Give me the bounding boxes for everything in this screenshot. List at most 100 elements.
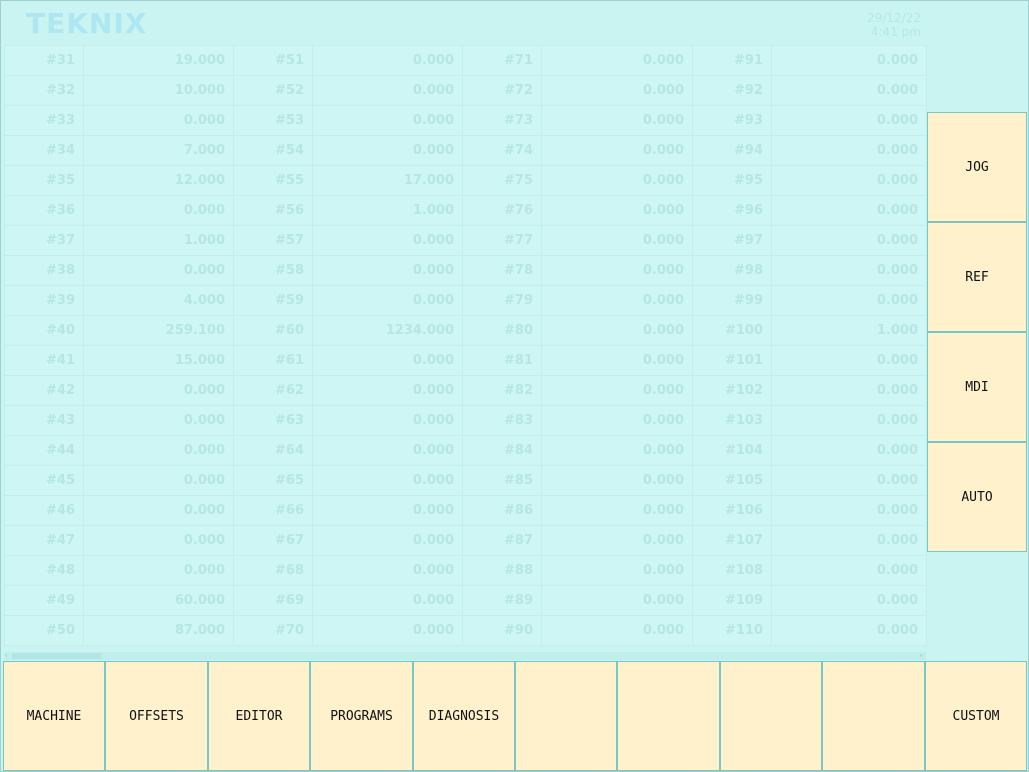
- parameter-value[interactable]: 0.000: [83, 195, 234, 226]
- parameter-value[interactable]: 87.000: [83, 615, 234, 646]
- function-key-empty-7[interactable]: [720, 661, 822, 771]
- parameter-value[interactable]: 0.000: [312, 345, 463, 376]
- parameter-value[interactable]: 1.000: [83, 225, 234, 256]
- parameter-value[interactable]: 60.000: [83, 585, 234, 616]
- parameter-value[interactable]: 0.000: [541, 285, 693, 316]
- parameter-value[interactable]: 0.000: [312, 255, 463, 286]
- scroll-right-arrow-icon[interactable]: ▸: [920, 653, 926, 659]
- parameter-value[interactable]: 0.000: [312, 75, 463, 106]
- parameter-value[interactable]: 0.000: [541, 45, 693, 76]
- parameter-value[interactable]: 0.000: [312, 135, 463, 166]
- parameter-value[interactable]: 0.000: [83, 525, 234, 556]
- parameter-value[interactable]: 0.000: [83, 555, 234, 586]
- scroll-left-arrow-icon[interactable]: ◂: [4, 653, 10, 659]
- parameter-value[interactable]: 0.000: [541, 435, 693, 466]
- parameter-value[interactable]: 0.000: [541, 105, 693, 136]
- function-key-editor[interactable]: EDITOR: [208, 661, 310, 771]
- parameter-value[interactable]: 15.000: [83, 345, 234, 376]
- parameter-value[interactable]: 0.000: [312, 585, 463, 616]
- parameter-value[interactable]: 0.000: [541, 315, 693, 346]
- parameter-value[interactable]: 0.000: [541, 615, 693, 646]
- parameter-value[interactable]: 0.000: [541, 585, 693, 616]
- parameter-value[interactable]: 0.000: [83, 495, 234, 526]
- parameter-value[interactable]: 0.000: [312, 555, 463, 586]
- parameter-value[interactable]: 259.100: [83, 315, 234, 346]
- parameter-value[interactable]: 0.000: [541, 495, 693, 526]
- parameter-value[interactable]: 0.000: [312, 465, 463, 496]
- parameter-value[interactable]: 0.000: [771, 195, 927, 226]
- parameter-value[interactable]: 0.000: [541, 135, 693, 166]
- parameter-value[interactable]: 0.000: [312, 525, 463, 556]
- parameter-id: #98: [692, 255, 772, 286]
- parameter-value[interactable]: 0.000: [83, 405, 234, 436]
- horizontal-scrollbar[interactable]: ◂ ▸: [4, 652, 926, 660]
- function-key-diagnosis[interactable]: DIAGNOSIS: [413, 661, 515, 771]
- parameter-value[interactable]: 0.000: [771, 255, 927, 286]
- parameter-value[interactable]: 12.000: [83, 165, 234, 196]
- parameter-value[interactable]: 1.000: [771, 315, 927, 346]
- parameter-value[interactable]: 4.000: [83, 285, 234, 316]
- parameter-value[interactable]: 0.000: [771, 615, 927, 646]
- mode-button-ref[interactable]: REF: [927, 222, 1027, 332]
- parameter-value[interactable]: 0.000: [541, 375, 693, 406]
- parameter-value[interactable]: 0.000: [771, 45, 927, 76]
- parameter-value[interactable]: 0.000: [771, 435, 927, 466]
- parameter-value[interactable]: 0.000: [771, 375, 927, 406]
- parameter-value[interactable]: 0.000: [312, 105, 463, 136]
- parameter-value[interactable]: 0.000: [312, 615, 463, 646]
- parameter-value[interactable]: 0.000: [771, 555, 927, 586]
- mode-button-mdi[interactable]: MDI: [927, 332, 1027, 442]
- parameter-value[interactable]: 0.000: [541, 405, 693, 436]
- parameter-value[interactable]: 0.000: [83, 465, 234, 496]
- parameter-value[interactable]: 0.000: [771, 405, 927, 436]
- parameter-value[interactable]: 0.000: [541, 165, 693, 196]
- parameter-value[interactable]: 0.000: [312, 405, 463, 436]
- parameter-value[interactable]: 0.000: [312, 375, 463, 406]
- parameter-value[interactable]: 10.000: [83, 75, 234, 106]
- mode-button-auto[interactable]: AUTO: [927, 442, 1027, 552]
- parameter-value[interactable]: 0.000: [771, 165, 927, 196]
- parameter-value[interactable]: 0.000: [541, 345, 693, 376]
- parameter-value[interactable]: 0.000: [771, 585, 927, 616]
- parameter-value[interactable]: 0.000: [312, 225, 463, 256]
- function-key-machine[interactable]: MACHINE: [3, 661, 105, 771]
- parameter-value[interactable]: 0.000: [771, 105, 927, 136]
- parameter-value[interactable]: 0.000: [771, 225, 927, 256]
- parameter-value[interactable]: 0.000: [312, 495, 463, 526]
- parameter-value[interactable]: 0.000: [771, 495, 927, 526]
- parameter-value[interactable]: 0.000: [541, 255, 693, 286]
- parameter-value[interactable]: 0.000: [312, 435, 463, 466]
- parameter-value[interactable]: 7.000: [83, 135, 234, 166]
- parameter-value[interactable]: 0.000: [541, 555, 693, 586]
- parameter-value[interactable]: 0.000: [312, 285, 463, 316]
- parameter-value[interactable]: 0.000: [83, 375, 234, 406]
- parameter-value[interactable]: 0.000: [312, 45, 463, 76]
- parameter-value[interactable]: 0.000: [771, 135, 927, 166]
- parameter-value[interactable]: 1234.000: [312, 315, 463, 346]
- parameter-value[interactable]: 19.000: [83, 45, 234, 76]
- function-key-empty-6[interactable]: [617, 661, 720, 771]
- parameter-value[interactable]: 0.000: [771, 465, 927, 496]
- function-key-offsets[interactable]: OFFSETS: [105, 661, 208, 771]
- parameter-value[interactable]: 0.000: [771, 345, 927, 376]
- parameter-value[interactable]: 1.000: [312, 195, 463, 226]
- parameter-value[interactable]: 0.000: [83, 105, 234, 136]
- parameter-value[interactable]: 0.000: [83, 435, 234, 466]
- parameter-value[interactable]: 0.000: [541, 225, 693, 256]
- function-key-empty-5[interactable]: [515, 661, 617, 771]
- parameter-value[interactable]: 0.000: [541, 75, 693, 106]
- parameter-value[interactable]: 0.000: [771, 525, 927, 556]
- parameter-table: #31 19.000 #51 0.000 #71 0.000 #91 0.000 #32 10.0…: [4, 45, 927, 646]
- function-key-programs[interactable]: PROGRAMS: [310, 661, 413, 771]
- function-key-empty-8[interactable]: [822, 661, 925, 771]
- mode-button-jog[interactable]: JOG: [927, 112, 1027, 222]
- parameter-value[interactable]: 0.000: [771, 75, 927, 106]
- parameter-value[interactable]: 0.000: [541, 195, 693, 226]
- parameter-value[interactable]: 0.000: [541, 525, 693, 556]
- parameter-value[interactable]: 17.000: [312, 165, 463, 196]
- function-key-custom[interactable]: CUSTOM: [925, 661, 1027, 771]
- parameter-value[interactable]: 0.000: [771, 285, 927, 316]
- parameter-value[interactable]: 0.000: [541, 465, 693, 496]
- scrollbar-thumb[interactable]: [12, 653, 102, 659]
- parameter-value[interactable]: 0.000: [83, 255, 234, 286]
